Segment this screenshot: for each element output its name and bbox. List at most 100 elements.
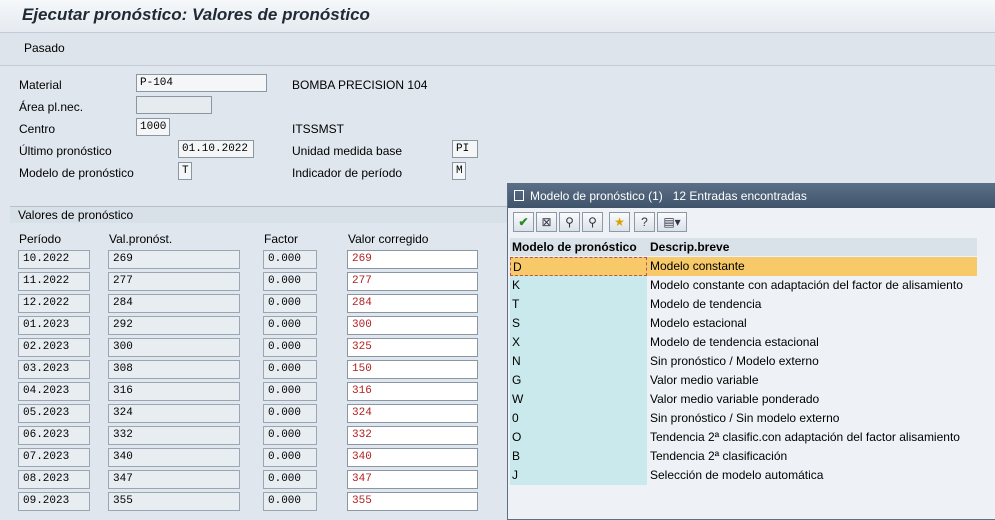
val-pronost-cell: 355 — [108, 492, 240, 511]
cancel-icon[interactable]: ⊠ — [536, 212, 557, 232]
periodo-cell: 07.2023 — [18, 448, 90, 467]
values-section-title: Valores de pronóstico — [10, 207, 508, 223]
factor-cell[interactable]: 0.000 — [263, 250, 317, 269]
popup-col-desc: Descrip.breve — [650, 240, 730, 254]
popup-title: Modelo de pronóstico (1) 12 Entradas enc… — [530, 189, 807, 203]
valor-corregido-cell[interactable]: 316 — [347, 382, 478, 401]
factor-cell[interactable]: 0.000 — [263, 448, 317, 467]
ultimo-pronostico-field[interactable]: 01.10.2022 — [178, 140, 254, 158]
popup-title-bar: Modelo de pronóstico (1) 12 Entradas enc… — [508, 184, 995, 208]
indicador-periodo-field[interactable]: M — [452, 162, 466, 180]
list-item-description: Sin pronóstico / Sin modelo externo — [647, 409, 977, 428]
modelo-pronostico-field[interactable]: T — [178, 162, 192, 180]
list-item-description: Tendencia 2ª clasific.con adaptación del… — [647, 428, 977, 447]
valor-corregido-cell[interactable]: 277 — [347, 272, 478, 291]
popup-col-key: Modelo de pronóstico — [512, 240, 637, 254]
valor-corregido-cell[interactable]: 347 — [347, 470, 478, 489]
col-periodo: Período — [19, 232, 62, 246]
modelo-pronostico-label: Modelo de pronóstico — [19, 166, 134, 180]
list-item[interactable]: B Tendencia 2ª clasificación — [510, 447, 977, 466]
list-item-description: Valor medio variable — [647, 371, 977, 390]
popup-window-icon — [514, 190, 524, 201]
list-item[interactable]: O Tendencia 2ª clasific.con adaptación de… — [510, 428, 977, 447]
list-item-key: T — [510, 295, 647, 314]
valor-corregido-cell[interactable]: 269 — [347, 250, 478, 269]
list-item[interactable]: G Valor medio variable — [510, 371, 977, 390]
periodo-cell: 06.2023 — [18, 426, 90, 445]
periodo-cell: 11.2022 — [18, 272, 90, 291]
col-val-pronost: Val.pronóst. — [109, 232, 173, 246]
periodo-cell: 02.2023 — [18, 338, 90, 357]
material-description: BOMBA PRECISION 104 — [292, 78, 428, 92]
factor-cell[interactable]: 0.000 — [263, 360, 317, 379]
list-item-description: Modelo constante — [647, 257, 977, 276]
factor-cell[interactable]: 0.000 — [263, 338, 317, 357]
list-item[interactable]: W Valor medio variable ponderado — [510, 390, 977, 409]
unidad-medida-field[interactable]: PI — [452, 140, 478, 158]
help-icon[interactable]: ? — [634, 212, 655, 232]
list-item-description: Valor medio variable ponderado — [647, 390, 977, 409]
list-item-description: Sin pronóstico / Modelo externo — [647, 352, 977, 371]
valor-corregido-cell[interactable]: 355 — [347, 492, 478, 511]
list-item[interactable]: K Modelo constante con adaptación del fac… — [510, 276, 977, 295]
ultimo-pronostico-label: Último pronóstico — [19, 144, 112, 158]
centro-field[interactable]: 1000 — [136, 118, 170, 136]
valor-corregido-cell[interactable]: 150 — [347, 360, 478, 379]
list-item[interactable]: T Modelo de tendencia — [510, 295, 977, 314]
material-field[interactable]: P-104 — [136, 74, 267, 92]
factor-cell[interactable]: 0.000 — [263, 316, 317, 335]
valor-corregido-cell[interactable]: 325 — [347, 338, 478, 357]
modelo-pronostico-popup: Modelo de pronóstico (1) 12 Entradas enc… — [507, 183, 995, 520]
list-item-description: Modelo estacional — [647, 314, 977, 333]
list-item-key: B — [510, 447, 647, 466]
list-item-description: Modelo constante con adaptación del fact… — [647, 276, 977, 295]
valor-corregido-cell[interactable]: 324 — [347, 404, 478, 423]
print-icon[interactable]: ▤▾ — [657, 212, 687, 232]
favorites-icon[interactable]: ★ — [609, 212, 630, 232]
factor-cell[interactable]: 0.000 — [263, 272, 317, 291]
factor-cell[interactable]: 0.000 — [263, 426, 317, 445]
periodo-cell: 08.2023 — [18, 470, 90, 489]
factor-cell[interactable]: 0.000 — [263, 294, 317, 313]
list-item[interactable]: S Modelo estacional — [510, 314, 977, 333]
find-icon[interactable]: ⚲ — [559, 212, 580, 232]
list-item[interactable]: 0 Sin pronóstico / Sin modelo externo — [510, 409, 977, 428]
valor-corregido-cell[interactable]: 332 — [347, 426, 478, 445]
list-item-description: Modelo de tendencia estacional — [647, 333, 977, 352]
popup-list-header: Modelo de pronóstico Descrip.breve — [510, 238, 977, 256]
factor-cell[interactable]: 0.000 — [263, 492, 317, 511]
list-item[interactable]: N Sin pronóstico / Modelo externo — [510, 352, 977, 371]
find-next-icon[interactable]: ⚲ — [582, 212, 603, 232]
val-pronost-cell: 308 — [108, 360, 240, 379]
page-title: Ejecutar pronóstico: Valores de pronósti… — [22, 5, 370, 24]
factor-cell[interactable]: 0.000 — [263, 404, 317, 423]
valor-corregido-cell[interactable]: 284 — [347, 294, 478, 313]
periodo-cell: 05.2023 — [18, 404, 90, 423]
check-icon[interactable]: ✔ — [513, 212, 534, 232]
list-item-key: X — [510, 333, 647, 352]
list-item[interactable]: J Selección de modelo automática — [510, 466, 977, 485]
val-pronost-cell: 284 — [108, 294, 240, 313]
val-pronost-cell: 332 — [108, 426, 240, 445]
val-pronost-cell: 292 — [108, 316, 240, 335]
area-label: Área pl.nec. — [19, 100, 84, 114]
list-item-key: J — [510, 466, 647, 485]
valor-corregido-cell[interactable]: 300 — [347, 316, 478, 335]
list-item-key: S — [510, 314, 647, 333]
list-item-description: Tendencia 2ª clasificación — [647, 447, 977, 466]
list-item-key: K — [510, 276, 647, 295]
list-item-key: G — [510, 371, 647, 390]
periodo-cell: 12.2022 — [18, 294, 90, 313]
factor-cell[interactable]: 0.000 — [263, 382, 317, 401]
title-bar: Ejecutar pronóstico: Valores de pronósti… — [0, 0, 995, 33]
list-item[interactable]: X Modelo de tendencia estacional — [510, 333, 977, 352]
centro-description: ITSSMST — [292, 122, 345, 136]
val-pronost-cell: 347 — [108, 470, 240, 489]
valor-corregido-cell[interactable]: 340 — [347, 448, 478, 467]
list-item[interactable]: D Modelo constante — [510, 257, 977, 276]
unidad-medida-label: Unidad medida base — [292, 144, 403, 158]
pasado-button[interactable]: Pasado — [24, 41, 65, 55]
factor-cell[interactable]: 0.000 — [263, 470, 317, 489]
list-item-description: Modelo de tendencia — [647, 295, 977, 314]
area-field[interactable] — [136, 96, 212, 114]
